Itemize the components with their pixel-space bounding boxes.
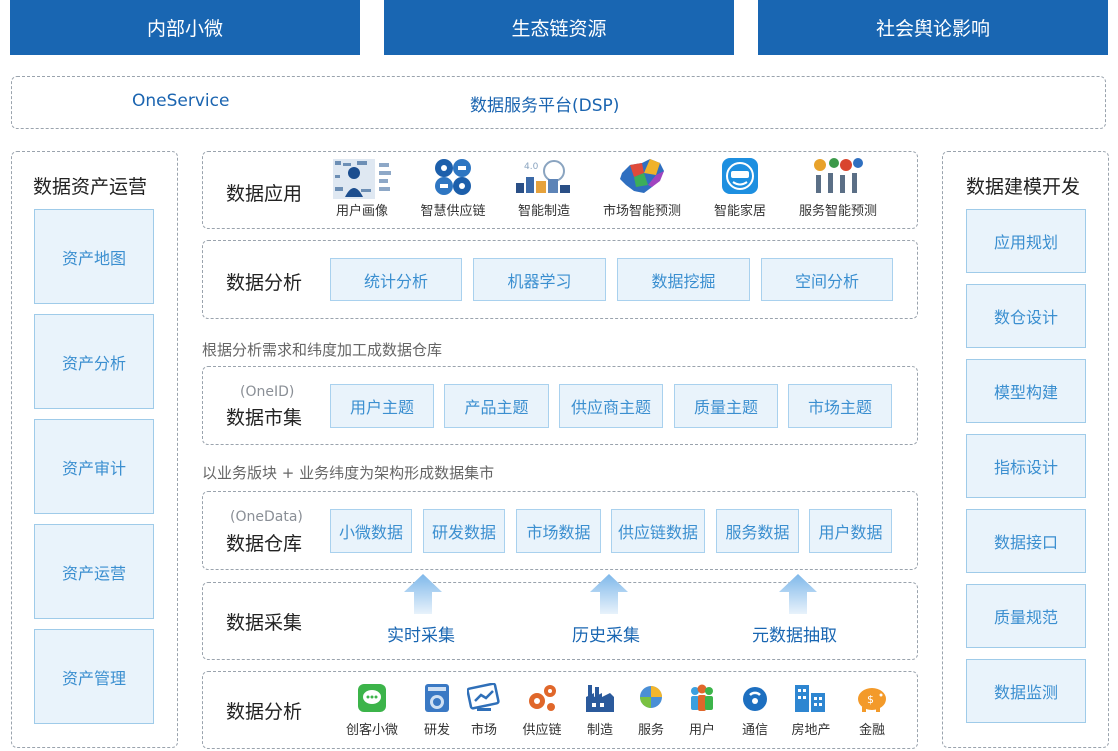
svg-text:4.0: 4.0 — [524, 162, 539, 172]
right-panel-title: 数据建模开发 — [966, 176, 1081, 198]
chip-quality-topic[interactable]: 质量主题 — [674, 384, 778, 428]
chip-rnd-data[interactable]: 研发数据 — [423, 509, 505, 553]
left-panel-title: 数据资产运营 — [33, 176, 148, 198]
service-icon — [640, 686, 662, 708]
signal-icon — [743, 687, 767, 711]
chip-statistics[interactable]: 统计分析 — [330, 258, 462, 301]
mart-row-sub: (OneID) — [240, 384, 295, 400]
chip-spatial-analysis[interactable]: 空间分析 — [761, 258, 893, 301]
app-smart-manufacturing[interactable]: 4.0 智能制造 — [494, 157, 594, 219]
app-user-portrait[interactable]: 用户画像 — [312, 157, 412, 219]
chip-service-data[interactable]: 服务数据 — [716, 509, 799, 553]
collect-history: 历史采集 — [572, 626, 640, 646]
right-item-model-build[interactable]: 模型构建 — [966, 359, 1086, 423]
app-market-prediction[interactable]: 市场智能预测 — [592, 157, 692, 219]
chip-supply-chain-data[interactable]: 供应链数据 — [611, 509, 705, 553]
app-label: 用户画像 — [335, 204, 388, 219]
chat-icon — [358, 684, 386, 712]
app-smart-home[interactable]: 智能家居 — [690, 157, 790, 219]
market-map-icon — [620, 159, 664, 193]
analysis-row-title: 数据分析 — [226, 272, 303, 294]
chip-machine-learning[interactable]: 机器学习 — [473, 258, 606, 301]
collect-realtime: 实时采集 — [387, 626, 455, 646]
source-finance[interactable]: $ 金融 — [837, 683, 907, 738]
up-arrow-icon — [590, 574, 628, 614]
smart-supply-chain-icon — [435, 159, 471, 195]
left-item-asset-management[interactable]: 资产管理 — [34, 629, 154, 724]
piggy-bank-icon: $ — [858, 688, 886, 712]
source-label: 创客小微 — [345, 723, 398, 738]
left-item-asset-analysis[interactable]: 资产分析 — [34, 314, 154, 409]
note-warehouse-processing: 根据分析需求和纬度加工成数据仓库 — [202, 341, 443, 359]
left-item-asset-operation[interactable]: 资产运营 — [34, 524, 154, 619]
chip-data-mining[interactable]: 数据挖掘 — [617, 258, 750, 301]
app-label: 智能家居 — [713, 204, 766, 219]
source-label: 房地产 — [791, 723, 831, 738]
right-item-data-interface[interactable]: 数据接口 — [966, 509, 1086, 573]
chip-market-topic[interactable]: 市场主题 — [788, 384, 892, 428]
warehouse-row-sub: (OneData) — [230, 509, 303, 525]
source-row-title: 数据分析 — [226, 701, 303, 723]
dsp-label: 数据服务平台(DSP) — [470, 96, 620, 116]
smart-manufacturing-icon: 4.0 — [516, 160, 570, 193]
chart-screen-icon — [467, 683, 500, 711]
chip-user-data[interactable]: 用户数据 — [809, 509, 892, 553]
tab-public-opinion[interactable]: 社会舆论影响 — [758, 0, 1108, 55]
up-arrow-icon — [779, 574, 817, 614]
left-item-asset-audit[interactable]: 资产审计 — [34, 419, 154, 514]
mart-row-title: 数据市集 — [226, 407, 303, 429]
warehouse-row-title: 数据仓库 — [226, 533, 303, 555]
user-portrait-icon — [333, 159, 391, 199]
tab-ecosystem-resources[interactable]: 生态链资源 — [384, 0, 734, 55]
building-icon — [795, 685, 825, 712]
factory-icon — [586, 685, 614, 712]
left-item-asset-map[interactable]: 资产地图 — [34, 209, 154, 304]
right-item-data-monitoring[interactable]: 数据监测 — [966, 659, 1086, 723]
washer-icon — [425, 684, 449, 712]
service-gears-icon — [814, 158, 863, 193]
app-label: 市场智能预测 — [602, 204, 681, 219]
app-label: 智慧供应链 — [420, 204, 486, 219]
note-mart-architecture: 以业务版块 + 业务纬度为架构形成数据集市 — [202, 464, 495, 482]
chip-microenterprise-data[interactable]: 小微数据 — [330, 509, 412, 553]
app-label: 智能制造 — [517, 204, 570, 219]
users-icon — [691, 684, 713, 711]
chip-product-topic[interactable]: 产品主题 — [444, 384, 549, 428]
source-microenterprise[interactable]: 创客小微 — [337, 683, 407, 738]
right-item-metric-design[interactable]: 指标设计 — [966, 434, 1086, 498]
gears-icon — [529, 685, 556, 711]
chip-supplier-topic[interactable]: 供应商主题 — [559, 384, 663, 428]
right-item-quality-standard[interactable]: 质量规范 — [966, 584, 1086, 648]
up-arrow-icon — [404, 574, 442, 614]
source-real-estate[interactable]: 房地产 — [776, 683, 846, 738]
source-label: 金融 — [858, 723, 885, 738]
apps-row-title: 数据应用 — [226, 183, 303, 205]
chip-market-data[interactable]: 市场数据 — [516, 509, 601, 553]
smart-home-icon — [722, 158, 758, 194]
svg-text:$: $ — [867, 693, 874, 706]
collect-metadata: 元数据抽取 — [752, 626, 837, 646]
app-label: 服务智能预测 — [798, 204, 877, 219]
right-item-app-planning[interactable]: 应用规划 — [966, 209, 1086, 273]
collect-row-title: 数据采集 — [226, 612, 303, 634]
chip-user-topic[interactable]: 用户主题 — [330, 384, 434, 428]
tab-internal-microenterprise[interactable]: 内部小微 — [10, 0, 360, 55]
app-service-prediction[interactable]: 服务智能预测 — [788, 157, 888, 219]
app-smart-supply-chain[interactable]: 智慧供应链 — [403, 157, 503, 219]
oneservice-label: OneService — [132, 91, 230, 111]
right-item-warehouse-design[interactable]: 数仓设计 — [966, 284, 1086, 348]
